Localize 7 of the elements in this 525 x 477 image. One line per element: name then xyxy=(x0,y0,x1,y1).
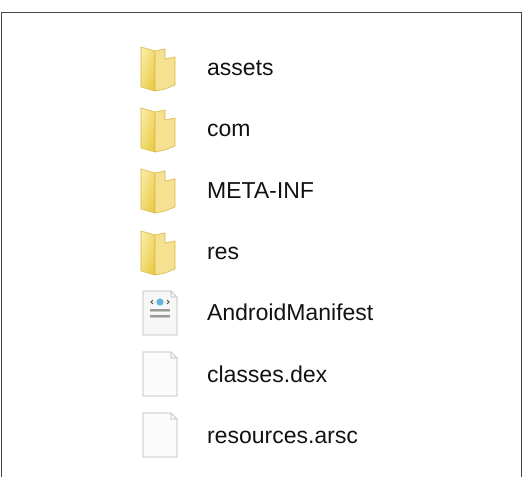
file-name[interactable]: classes.dex xyxy=(207,362,328,386)
file-name[interactable]: AndroidManifest xyxy=(207,301,374,324)
file-name[interactable]: resources.arsc xyxy=(207,424,358,447)
file-name[interactable]: META-INF xyxy=(207,178,314,202)
file-name[interactable]: assets xyxy=(207,56,274,80)
file-name[interactable]: com xyxy=(207,117,250,140)
file-name[interactable]: res xyxy=(207,240,239,264)
